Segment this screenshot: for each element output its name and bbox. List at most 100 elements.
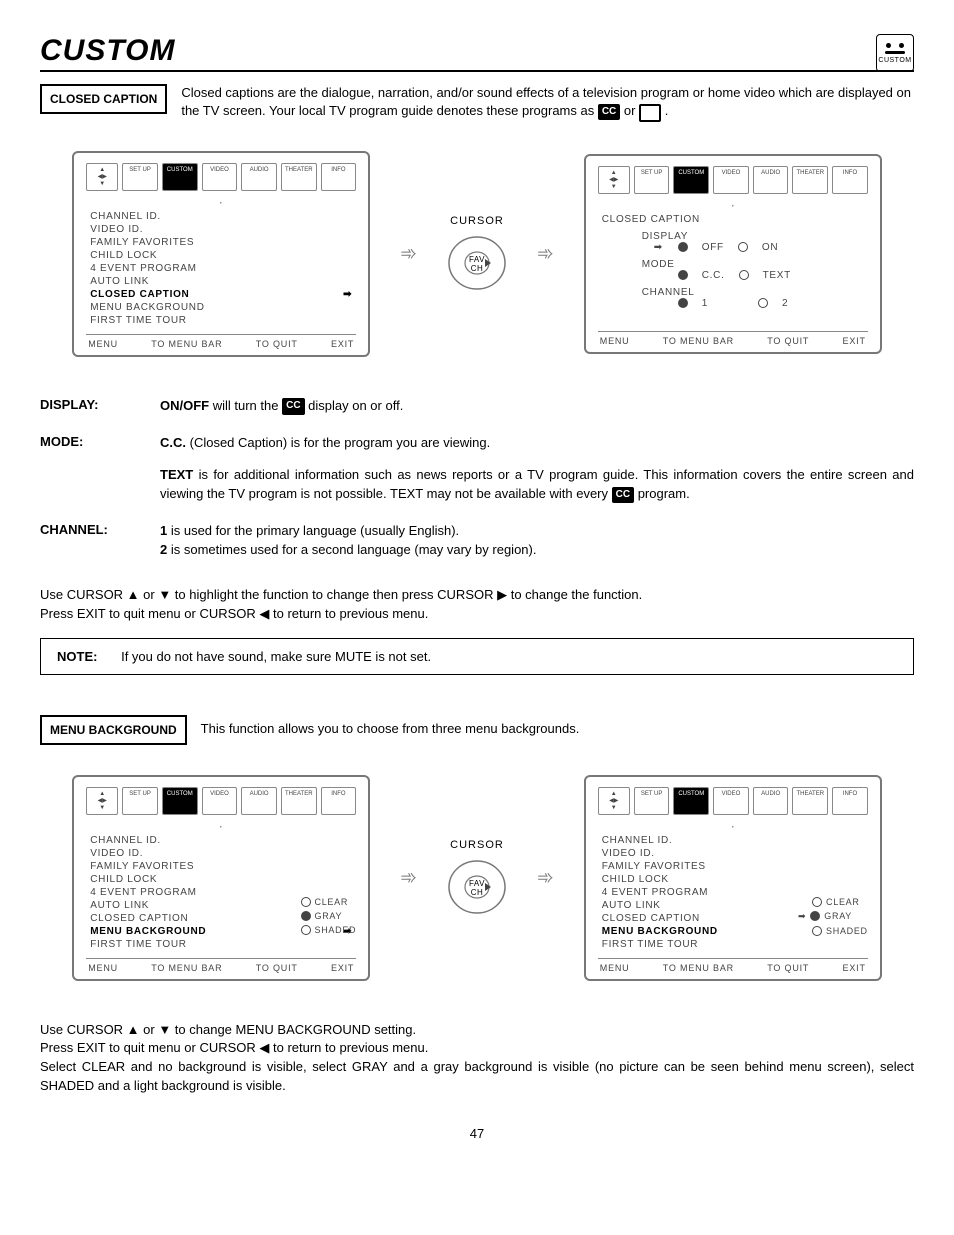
def-channel-body: 1 is used for the primary language (usua… <box>160 522 914 560</box>
def-mode-text-rest-b: program. <box>634 486 690 501</box>
page-number: 47 <box>40 1126 914 1141</box>
cc-icon: CC <box>612 487 634 504</box>
section-closed-caption-heading: CLOSED CAPTION <box>40 84 167 114</box>
menu-item: FIRST TIME TOUR <box>602 939 864 950</box>
radio-icon <box>301 911 311 921</box>
tab-info: INFO <box>321 787 357 815</box>
bg-instr-c: Select CLEAR and no background is visibl… <box>40 1058 914 1096</box>
cc-instr-b: Press EXIT to quit menu or CURSOR ◀ to r… <box>40 605 914 624</box>
opt-clear: CLEAR <box>826 897 860 907</box>
tab-audio: AUDIO <box>753 787 789 815</box>
menu-item: 4 EVENT PROGRAM <box>90 263 352 274</box>
tab-custom: CUSTOM <box>673 166 709 194</box>
footer-quit: TO QUIT <box>256 963 298 973</box>
radio-icon <box>812 926 822 936</box>
note-text: If you do not have sound, make sure MUTE… <box>121 649 431 664</box>
def-display-body: ON/OFF will turn the CC display on or of… <box>160 397 914 416</box>
note-label: NOTE: <box>57 649 97 664</box>
cc-display-label: DISPLAY <box>642 231 824 242</box>
cursor-fav: FAV <box>469 879 485 888</box>
section-menu-background-heading: MENU BACKGROUND <box>40 715 187 745</box>
menu-item: FIRST TIME TOUR <box>90 315 352 326</box>
menu-item: CHILD LOCK <box>90 874 352 885</box>
tab-audio: AUDIO <box>241 787 277 815</box>
footer-exit: EXIT <box>331 339 354 349</box>
def-mode-body: C.C. (Closed Caption) is for the program… <box>160 434 914 505</box>
tv-screen-menubg-left: ▲◀▶▼ SET UP CUSTOM VIDEO AUDIO THEATER I… <box>72 775 370 981</box>
opt-off: OFF <box>702 242 724 253</box>
nav-arrows-icon: ▲◀▶▼ <box>86 787 118 815</box>
def-mode-cc-rest: (Closed Caption) is for the program you … <box>186 435 490 450</box>
cc-title: CLOSED CAPTION <box>602 214 864 225</box>
opt-cc: C.C. <box>702 270 725 281</box>
custom-icon-label: CUSTOM <box>878 57 911 64</box>
cursor-label: CURSOR <box>450 839 504 851</box>
footer-menubar: TO MENU BAR <box>663 963 734 973</box>
nav-arrows-icon: ▲◀▶▼ <box>86 163 118 191</box>
nav-arrows-icon: ▲◀▶▼ <box>598 166 630 194</box>
transition-arrow-icon: ➾ <box>400 241 417 266</box>
cc-icon: CC <box>598 104 620 120</box>
cursor-pad: CURSOR FAV CH <box>447 215 507 293</box>
arrow-right-icon: ➡ <box>343 289 352 300</box>
tab-theater: THEATER <box>281 787 317 815</box>
radio-icon <box>678 298 688 308</box>
arrow-right-icon: ➡ <box>654 242 664 253</box>
transition-arrow-icon: ➾ <box>400 865 417 890</box>
tab-info: INFO <box>832 787 868 815</box>
intro-end: . <box>665 103 669 118</box>
menu-item: VIDEO ID. <box>90 224 352 235</box>
menu-item: AUTO LINK <box>90 276 352 287</box>
radio-icon <box>678 242 688 252</box>
footer-menu: MENU <box>600 963 630 973</box>
footer-quit: TO QUIT <box>256 339 298 349</box>
tab-video: VIDEO <box>713 166 749 194</box>
tab-theater: THEATER <box>792 166 828 194</box>
def-ch2-rest: is sometimes used for a second language … <box>167 542 536 557</box>
tab-theater: THEATER <box>792 787 828 815</box>
menu-item: FAMILY FAVORITES <box>602 861 864 872</box>
transition-arrow-icon: ➾ <box>537 241 554 266</box>
nav-arrows-icon: ▲◀▶▼ <box>598 787 630 815</box>
footer-exit: EXIT <box>843 963 866 973</box>
tab-info: INFO <box>321 163 357 191</box>
radio-icon <box>739 270 749 280</box>
footer-quit: TO QUIT <box>767 336 809 346</box>
menu-item: CHILD LOCK <box>602 874 864 885</box>
def-display-a: will turn the <box>209 398 282 413</box>
def-mode-text-lead: TEXT <box>160 467 193 482</box>
opt-gray: GRAY <box>824 911 852 921</box>
radio-icon <box>301 925 311 935</box>
def-mode-label: MODE: <box>40 434 130 505</box>
footer-menubar: TO MENU BAR <box>151 963 222 973</box>
radio-icon <box>758 298 768 308</box>
cursor-pad: CURSOR FAV CH <box>447 839 507 917</box>
intro-text-a: Closed captions are the dialogue, narrat… <box>181 85 911 118</box>
radio-icon <box>678 270 688 280</box>
tab-video: VIDEO <box>713 787 749 815</box>
cc-channel-label: CHANNEL <box>642 287 824 298</box>
menu-item: CHANNEL ID. <box>90 835 352 846</box>
cc-mode-label: MODE <box>642 259 824 270</box>
tab-setup: SET UP <box>122 163 158 191</box>
radio-icon <box>812 897 822 907</box>
footer-quit: TO QUIT <box>767 963 809 973</box>
tab-audio: AUDIO <box>753 166 789 194</box>
cursor-ch: CH <box>471 264 484 273</box>
def-display-label: DISPLAY: <box>40 397 130 416</box>
bg-instr-a: Use CURSOR ▲ or ▼ to change MENU BACKGRO… <box>40 1021 914 1040</box>
closed-caption-intro: Closed captions are the dialogue, narrat… <box>181 84 914 121</box>
menu-item: FAMILY FAVORITES <box>90 861 352 872</box>
custom-icon: CUSTOM <box>876 34 914 72</box>
tv-screen-menubg-right: ▲◀▶▼ SET UP CUSTOM VIDEO AUDIO THEATER I… <box>584 775 882 981</box>
def-mode-text-rest-a: is for additional information such as ne… <box>160 467 914 501</box>
footer-menu: MENU <box>600 336 630 346</box>
def-ch1-rest: is used for the primary language (usuall… <box>167 523 459 538</box>
opt-shaded: SHADED <box>315 925 357 935</box>
footer-menubar: TO MENU BAR <box>151 339 222 349</box>
opt-1: 1 <box>702 298 708 309</box>
footer-exit: EXIT <box>331 963 354 973</box>
def-display-lead: ON/OFF <box>160 398 209 413</box>
menu-item: CHANNEL ID. <box>602 835 864 846</box>
footer-menu: MENU <box>88 963 118 973</box>
